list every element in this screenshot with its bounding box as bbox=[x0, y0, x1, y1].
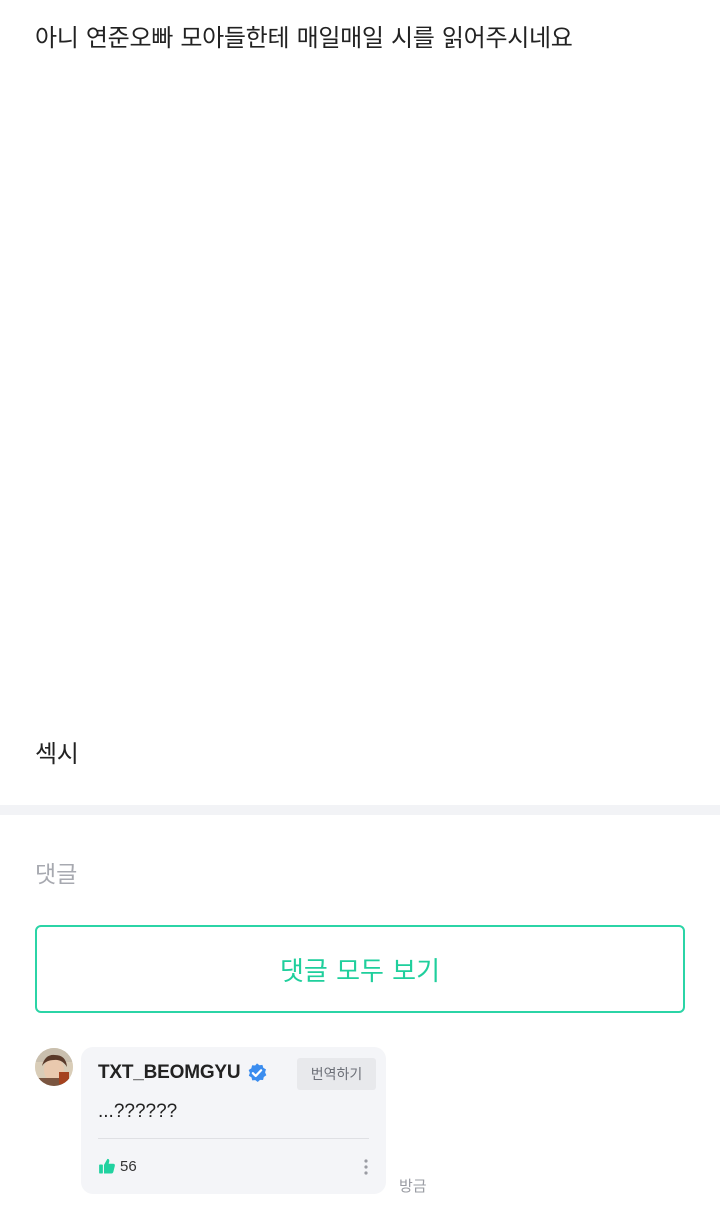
like-count: 56 bbox=[120, 1157, 137, 1175]
comment-divider bbox=[98, 1138, 369, 1139]
comments-heading: 댓글 bbox=[35, 862, 78, 888]
more-vertical-icon[interactable] bbox=[361, 1157, 371, 1177]
post-text-line: 아니 연준오빠 모아들한테 매일매일 시를 읽어주시네요 bbox=[35, 24, 573, 52]
verified-badge-icon bbox=[246, 1062, 268, 1084]
avatar-image bbox=[35, 1048, 73, 1086]
view-all-comments-button[interactable]: 댓글 모두 보기 bbox=[35, 925, 685, 1013]
commenter-name[interactable]: TXT_BEOMGYU bbox=[98, 1062, 241, 1084]
post-detail-page: 아니 연준오빠 모아들한테 매일매일 시를 읽어주시네요 섹시 댓글 댓글 모두… bbox=[0, 0, 720, 1225]
comment-body: ...?????? bbox=[98, 1101, 178, 1122]
thumbs-up-icon bbox=[98, 1157, 116, 1175]
commenter-row: TXT_BEOMGYU bbox=[98, 1060, 268, 1086]
translate-button[interactable]: 번역하기 bbox=[297, 1058, 376, 1090]
comment-timestamp: 방금 bbox=[399, 1177, 427, 1195]
post-text-line: 섹시 bbox=[35, 740, 79, 768]
section-divider bbox=[0, 805, 720, 815]
avatar[interactable] bbox=[35, 1048, 73, 1086]
comment-bubble: TXT_BEOMGYU 번역하기 ...?????? 56 bbox=[81, 1047, 386, 1194]
like-button[interactable]: 56 bbox=[98, 1157, 137, 1175]
